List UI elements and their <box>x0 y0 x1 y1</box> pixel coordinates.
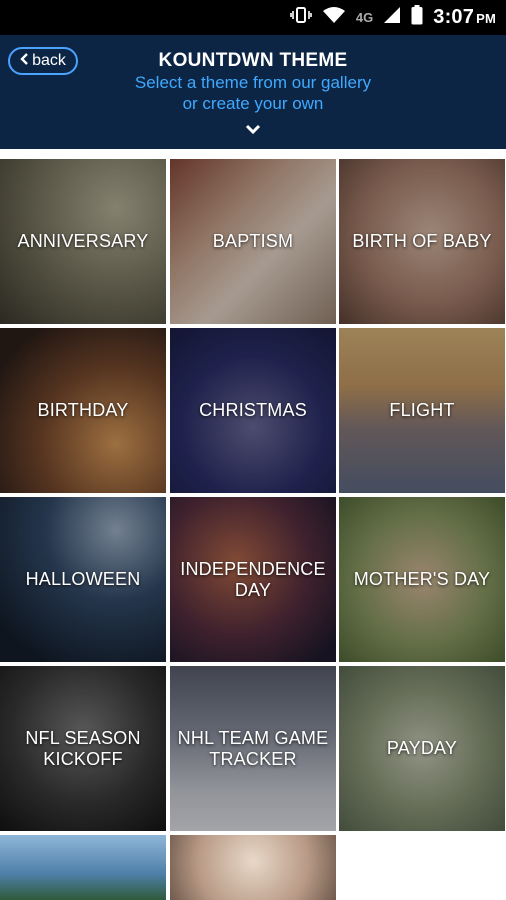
theme-label: HALLOWEEN <box>25 569 141 589</box>
theme-tile-baptism[interactable]: BAPTISM <box>170 159 336 324</box>
subtitle-line-1: Select a theme from our gallery <box>134 73 372 92</box>
vibrate-icon <box>290 6 312 29</box>
theme-tile-nhl-team-game-tracker[interactable]: NHL TEAM GAME TRACKER <box>170 666 336 831</box>
theme-tile-mothers-day[interactable]: MOTHER'S DAY <box>339 497 505 662</box>
signal-icon <box>383 6 401 29</box>
theme-tile-payday[interactable]: PAYDAY <box>339 666 505 831</box>
clock: 3:07 PM <box>433 6 496 28</box>
theme-tile-christmas[interactable]: CHRISTMAS <box>170 328 336 493</box>
theme-label: BIRTHDAY <box>37 400 129 420</box>
theme-header: back KOUNTDWN THEME Select a theme from … <box>0 35 506 149</box>
wifi-icon <box>322 6 346 29</box>
subtitle-line-2: or create your own <box>182 94 324 113</box>
theme-tile-partial-13[interactable] <box>0 835 166 900</box>
theme-label: CHRISTMAS <box>199 400 307 420</box>
battery-icon <box>411 5 423 30</box>
theme-tile-birthday[interactable]: BIRTHDAY <box>0 328 166 493</box>
theme-tile-nfl-season-kickoff[interactable]: NFL SEASON KICKOFF <box>0 666 166 831</box>
network-type: 4G <box>355 10 374 25</box>
theme-label: BAPTISM <box>212 231 294 251</box>
theme-tile-anniversary[interactable]: ANNIVERSARY <box>0 159 166 324</box>
theme-tile-birth-of-baby[interactable]: BIRTH OF BABY <box>339 159 505 324</box>
status-icons: 4G 3:07 PM <box>290 0 496 35</box>
theme-tile-halloween[interactable]: HALLOWEEN <box>0 497 166 662</box>
chevron-down-icon[interactable] <box>0 119 506 140</box>
theme-label: NFL SEASON KICKOFF <box>25 727 141 769</box>
theme-label: PAYDAY <box>386 738 458 758</box>
theme-label: BIRTH OF BABY <box>352 231 492 251</box>
theme-tile-partial-14[interactable] <box>170 835 336 900</box>
theme-label: FLIGHT <box>389 400 455 420</box>
theme-label: INDEPENDENCE DAY <box>180 558 326 600</box>
theme-label: MOTHER'S DAY <box>353 569 491 589</box>
theme-label: ANNIVERSARY <box>17 231 149 251</box>
theme-label: NHL TEAM GAME TRACKER <box>177 727 329 769</box>
theme-tile-independence-day[interactable]: INDEPENDENCE DAY <box>170 497 336 662</box>
page-title: KOUNTDWN THEME <box>158 50 348 71</box>
status-bar: 4G 3:07 PM <box>0 0 506 35</box>
theme-tile-flight[interactable]: FLIGHT <box>339 328 505 493</box>
